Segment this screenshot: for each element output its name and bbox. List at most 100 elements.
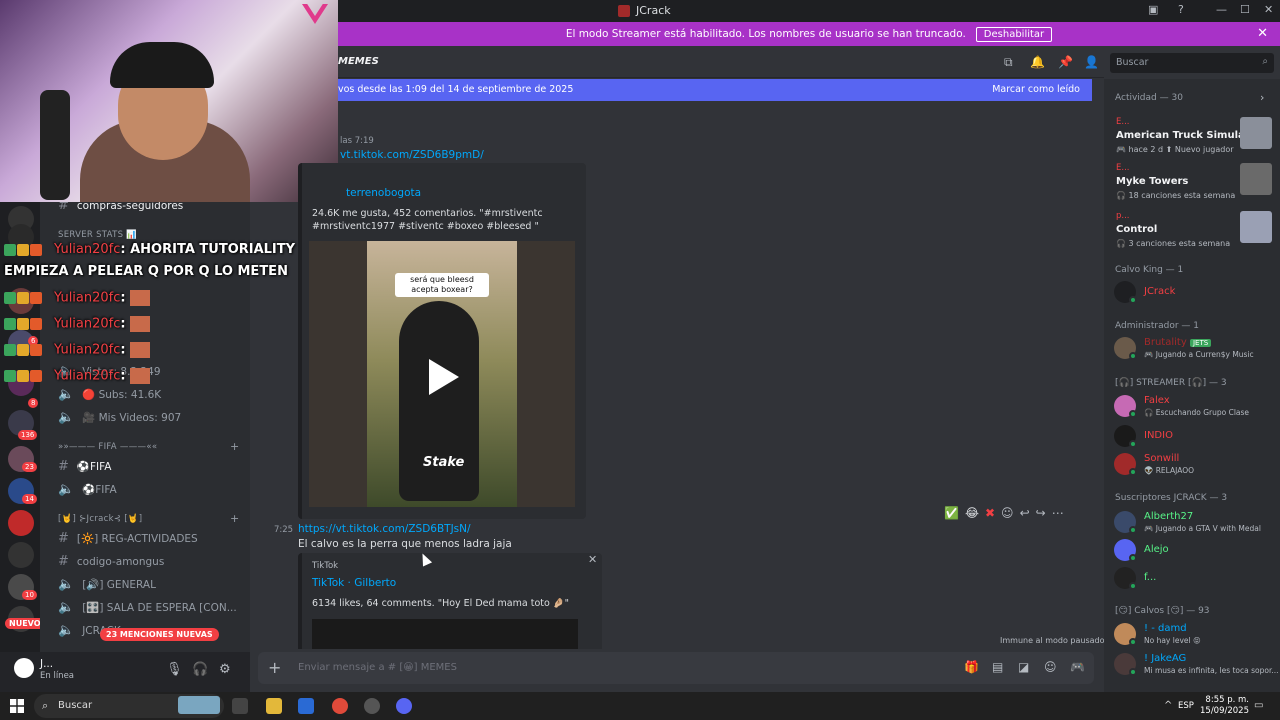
emote-icon — [129, 342, 150, 358]
forward-icon[interactable]: ↪ — [1036, 506, 1046, 520]
member-item[interactable]: Alberth27 🎮 Jugando a GTA V with Medal — [1114, 511, 1274, 537]
member-item[interactable]: ! - damd No hay level 😝 — [1114, 623, 1274, 649]
bell-icon[interactable]: 🔔 — [1030, 55, 1045, 69]
gift-icon[interactable]: 🎁 — [964, 660, 979, 674]
microphone-shape — [40, 90, 70, 200]
x-reaction-icon[interactable]: ✖ — [985, 506, 995, 520]
channel-voice[interactable]: 🔈 🎥 Mis Videos: 907 — [58, 410, 181, 425]
member-item[interactable]: Sonwill 👽 RELAJAOO — [1114, 453, 1274, 479]
obs-icon[interactable] — [364, 698, 380, 714]
chrome-icon[interactable] — [332, 698, 348, 714]
chat-line: Yulian20fc: — [54, 316, 150, 332]
chevron-right-icon[interactable]: › — [1260, 91, 1264, 104]
play-icon[interactable] — [429, 359, 459, 395]
threads-icon[interactable]: ⧉ — [1004, 55, 1013, 70]
add-channel-icon[interactable]: + — [230, 512, 239, 525]
channel-voice[interactable]: 🔈 [🎛️] SALA DE ESPERA [CON... — [58, 600, 237, 615]
remove-embed-icon[interactable]: ✕ — [588, 553, 597, 566]
hash-icon: # — [58, 554, 69, 569]
member-item[interactable]: Alejo — [1114, 539, 1274, 565]
speaker-icon: 🔈 — [58, 387, 75, 402]
notifications-icon[interactable]: ▭ — [1254, 700, 1263, 711]
add-attachment-icon[interactable]: + — [268, 658, 281, 677]
activity-card[interactable]: E... American Truck Simulator 🎮 hace 2 d… — [1110, 117, 1274, 163]
channel-voice[interactable]: 🔈 [🔊] GENERAL — [58, 577, 156, 592]
chat-badges — [4, 244, 42, 256]
search-input[interactable]: Buscar ⌕ — [1110, 53, 1274, 73]
chat-line: Yulian20fc: — [54, 368, 150, 384]
server-icon[interactable] — [8, 542, 34, 568]
help-icon[interactable]: ? — [1178, 3, 1184, 16]
member-item[interactable]: JCrack — [1114, 281, 1274, 307]
chat-badges — [4, 292, 42, 304]
members-icon[interactable]: 👤 — [1084, 55, 1099, 69]
clock[interactable]: 8:55 p. m. 15/09/2025 — [1200, 695, 1249, 717]
emote-icon — [129, 316, 150, 332]
embed-author[interactable]: TikTok · Gilberto — [312, 577, 396, 589]
message-link[interactable]: vt.tiktok.com/ZSD6B9pmD/ — [340, 149, 484, 161]
avatar[interactable] — [14, 658, 34, 678]
mark-read-button[interactable]: Marcar como leído — [992, 84, 1080, 95]
role-header: [😏] Calvos [😏] — 93 — [1115, 606, 1210, 616]
activity-card[interactable]: p... Control 🎧 3 canciones esta semana — [1110, 211, 1274, 257]
new-badge[interactable]: NUEVO — [5, 618, 45, 629]
pin-icon[interactable]: 📌 — [1058, 55, 1073, 69]
message-text: El calvo es la perra que menos ladra jaj… — [298, 538, 512, 550]
emoji-icon[interactable]: ☺ — [1044, 660, 1057, 674]
add-reaction-icon[interactable]: ☺ — [1001, 506, 1014, 520]
new-mentions-badge[interactable]: 23 MENCIONES NUEVAS — [100, 628, 219, 641]
channel-text[interactable]: # ⚽FIFA — [58, 459, 111, 474]
file-explorer-icon[interactable] — [266, 698, 282, 714]
sticker-icon[interactable]: ◪ — [1018, 660, 1029, 674]
embed-description: 24.6K me gusta, 452 comentarios. "#mrsti… — [312, 208, 543, 232]
channel-text[interactable]: # compras-seguidores — [58, 202, 183, 213]
new-messages-bar[interactable]: vos desde las 1:09 del 14 de septiembre … — [338, 79, 1092, 101]
activity-card[interactable]: E... Myke Towers 🎧 18 canciones esta sem… — [1110, 163, 1274, 209]
close-window-button[interactable]: ✕ — [1264, 3, 1273, 16]
video-thumbnail[interactable]: será que bleesd acepta boxear? Stake — [309, 241, 575, 507]
channel-voice[interactable]: 🔈 🔴 Subs: 41.6K — [58, 387, 161, 402]
member-item[interactable]: f... — [1114, 567, 1274, 593]
chat-line: Yulian20fc: AHORITA TUTORIALITY — [54, 242, 296, 257]
member-item[interactable]: Brutality JETS 🎮 Jugando a Curren$y Musi… — [1114, 337, 1274, 363]
maximize-button[interactable]: ☐ — [1240, 3, 1250, 16]
server-icon[interactable] — [8, 510, 34, 536]
more-icon[interactable]: ⋯ — [1052, 506, 1064, 520]
channel-text[interactable]: # [🔆] REG-ACTIVIDADES — [58, 531, 198, 546]
video-watermark: Stake — [423, 455, 465, 470]
disable-streamer-button[interactable]: Deshabilitar — [975, 26, 1053, 42]
check-reaction-icon[interactable]: ✅ — [944, 506, 959, 520]
add-channel-icon[interactable]: + — [230, 440, 239, 453]
language-indicator[interactable]: ESP — [1178, 701, 1194, 711]
message-link[interactable]: https://vt.tiktok.com/ZSD6BTJsN/ — [298, 523, 471, 535]
discord-icon[interactable] — [396, 698, 412, 714]
windows-start-icon[interactable] — [10, 699, 24, 713]
message-time: las 7:19 — [340, 136, 374, 146]
embed-author[interactable]: terrenobogota — [346, 187, 421, 199]
server-badge: 8 — [28, 398, 39, 408]
channel-voice[interactable]: 🔈 ⚽FIFA — [58, 482, 117, 497]
channel-text[interactable]: # codigo-amongus — [58, 554, 164, 569]
member-item[interactable]: INDIO — [1114, 425, 1274, 451]
inbox-icon[interactable]: ▣ — [1148, 3, 1158, 16]
gif-icon[interactable]: ▤ — [992, 660, 1003, 674]
reply-icon[interactable]: ↩ — [1020, 506, 1030, 520]
embed-thumbnail[interactable] — [312, 619, 578, 649]
category-jcrack[interactable]: [🤘] ⊱Jcrack⊰ [🤘] — [58, 514, 142, 524]
settings-gear-icon[interactable]: ⚙ — [219, 662, 231, 677]
laugh-reaction-icon[interactable]: 😂 — [965, 506, 979, 520]
category-fifa[interactable]: »»——— FIFA ———«« — [58, 442, 157, 452]
message-composer[interactable]: + Enviar mensaje a # [😀] MEMES 🎁 ▤ ◪ ☺ 🎮 — [258, 652, 1094, 684]
microphone-icon[interactable]: 🎙 — [166, 662, 183, 677]
minimize-button[interactable]: — — [1216, 3, 1227, 16]
task-view-icon[interactable] — [232, 698, 248, 714]
member-item[interactable]: ! JakeAG Mi musa es infinita, les toca s… — [1114, 653, 1279, 679]
tray-chevron-icon[interactable]: ^ — [1164, 700, 1172, 711]
controller-icon[interactable]: 🎮 — [1070, 660, 1085, 674]
chat-line: Yulian20fc: — [54, 342, 150, 358]
outlook-icon[interactable] — [298, 698, 314, 714]
close-banner-icon[interactable]: ✕ — [1257, 26, 1268, 41]
member-item[interactable]: Falex 🎧 Escuchando Grupo Clase — [1114, 395, 1274, 421]
category-server-stats[interactable]: SERVER STATS 📊 — [58, 230, 137, 240]
headphones-icon[interactable]: 🎧 — [192, 662, 208, 677]
